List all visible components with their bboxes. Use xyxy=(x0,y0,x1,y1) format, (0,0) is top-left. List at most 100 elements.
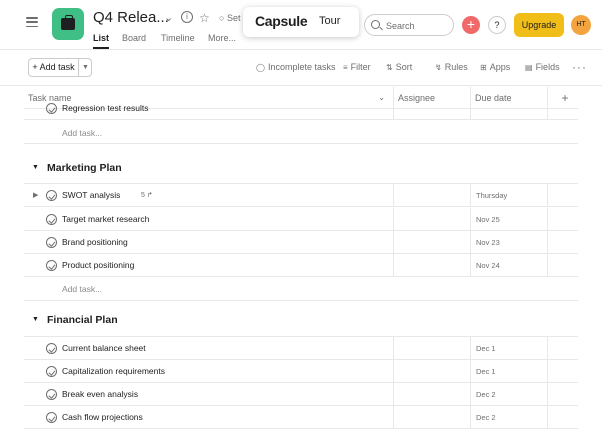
table-row[interactable]: Brand positioning Nov 23 xyxy=(24,231,578,254)
chevron-down-icon[interactable]: ▼ xyxy=(79,59,92,76)
table-row[interactable]: Current balance sheet Dec 1 xyxy=(24,337,578,360)
chevron-down-icon[interactable]: ⌄ xyxy=(164,11,173,25)
due-date-cell[interactable]: Nov 24 xyxy=(471,254,548,277)
due-date-cell[interactable]: Dec 2 xyxy=(471,406,548,429)
search-icon xyxy=(371,20,380,29)
star-icon[interactable]: ☆ xyxy=(199,11,210,25)
add-task-inline[interactable]: Add task... xyxy=(24,277,578,301)
hamburger-menu-icon[interactable] xyxy=(26,17,38,28)
complete-check-icon[interactable] xyxy=(46,412,57,423)
tab-list[interactable]: List xyxy=(93,33,110,49)
task-name[interactable]: SWOT analysis xyxy=(62,190,120,200)
assignee-cell[interactable] xyxy=(394,184,471,207)
task-name-cell: Cash flow projections xyxy=(24,406,394,429)
table-row[interactable]: Regression test results xyxy=(24,103,578,120)
assignee-cell[interactable] xyxy=(394,406,471,429)
briefcase-icon xyxy=(61,15,75,30)
assignee-cell[interactable] xyxy=(394,383,471,406)
tour-label: Tour xyxy=(319,15,341,27)
collapse-triangle-icon[interactable]: ▼ xyxy=(32,164,39,171)
section-marketing-plan: ▼ Marketing Plan xyxy=(24,157,578,181)
assignee-cell[interactable] xyxy=(394,337,471,360)
task-name-cell: ▶ SWOT analysis 5 ↱ xyxy=(24,184,394,207)
complete-check-icon[interactable] xyxy=(46,190,57,201)
table-row[interactable]: Product positioning Nov 24 xyxy=(24,254,578,277)
task-name-cell: Target market research xyxy=(24,208,394,231)
list-toolbar: + Add task ▼ ◯ Incomplete tasks ≡ Filter ⇅… xyxy=(0,50,602,86)
more-options-icon[interactable]: ··· xyxy=(572,60,587,74)
section-title[interactable]: Marketing Plan xyxy=(47,162,122,174)
lightning-icon: ↯ xyxy=(435,63,442,72)
help-button[interactable]: ? xyxy=(488,16,506,34)
complete-check-icon[interactable] xyxy=(46,389,57,400)
project-title[interactable]: Q4 Relea... xyxy=(93,9,169,26)
assignee-cell[interactable] xyxy=(394,360,471,383)
apps-grid-icon: ⊞ xyxy=(480,63,487,72)
due-date-cell[interactable]: Nov 25 xyxy=(471,208,548,231)
check-circle-icon: ◯ xyxy=(256,63,265,72)
info-icon[interactable]: i xyxy=(181,11,193,23)
apps-label: Apps xyxy=(489,62,511,72)
fields-label: Fields xyxy=(535,62,560,72)
complete-check-icon[interactable] xyxy=(46,214,57,225)
tab-more[interactable]: More... xyxy=(208,33,236,43)
assignee-cell[interactable] xyxy=(394,208,471,231)
assignee-cell[interactable] xyxy=(394,254,471,277)
table-row[interactable]: Break even analysis Dec 2 xyxy=(24,383,578,406)
task-name[interactable]: Product positioning xyxy=(62,260,134,270)
complete-check-icon[interactable] xyxy=(46,260,57,271)
apps-button[interactable]: ⊞ Apps xyxy=(480,62,510,72)
tab-board[interactable]: Board xyxy=(122,33,146,43)
sort-label: Sort xyxy=(395,62,413,72)
due-date-cell[interactable]: Dec 1 xyxy=(471,337,548,360)
capsule-tour-popup[interactable]: Capsule Tour xyxy=(243,7,359,37)
subtask-count-value: 5 xyxy=(141,192,145,199)
task-name[interactable]: Brand positioning xyxy=(62,237,128,247)
assignee-cell[interactable] xyxy=(394,231,471,254)
table-row[interactable]: Capitalization requirements Dec 1 xyxy=(24,360,578,383)
add-task-inline-label: Add task... xyxy=(62,284,103,294)
add-task-label[interactable]: + Add task xyxy=(29,59,79,76)
due-date-cell[interactable] xyxy=(471,103,548,120)
task-name[interactable]: Target market research xyxy=(62,214,149,224)
due-date-cell[interactable]: Dec 2 xyxy=(471,383,548,406)
table-row[interactable]: Target market research Nov 25 xyxy=(24,208,578,231)
complete-check-icon[interactable] xyxy=(46,103,57,114)
complete-check-icon[interactable] xyxy=(46,237,57,248)
task-name-cell: Break even analysis xyxy=(24,383,394,406)
task-name[interactable]: Regression test results xyxy=(62,103,148,113)
section-title[interactable]: Financial Plan xyxy=(47,314,118,326)
filter-button[interactable]: ≡ Filter xyxy=(343,62,371,72)
capsule-logo: Capsule xyxy=(255,13,308,29)
upgrade-button[interactable]: Upgrade xyxy=(514,13,564,37)
rules-button[interactable]: ↯ Rules xyxy=(435,62,468,72)
due-date-cell[interactable]: Thursday xyxy=(471,184,548,207)
due-date-cell[interactable]: Dec 1 xyxy=(471,360,548,383)
subtask-count[interactable]: 5 ↱ xyxy=(141,191,153,199)
complete-check-icon[interactable] xyxy=(46,343,57,354)
set-status-button[interactable]: ○ Set xyxy=(219,13,240,23)
expand-subtasks-icon[interactable]: ▶ xyxy=(33,191,38,199)
incomplete-tasks-filter[interactable]: ◯ Incomplete tasks xyxy=(256,62,335,72)
task-name[interactable]: Cash flow projections xyxy=(62,412,143,422)
add-task-button[interactable]: + Add task ▼ xyxy=(28,58,92,77)
status-circle-icon: ○ xyxy=(219,13,225,23)
assignee-cell[interactable] xyxy=(394,103,471,120)
task-name[interactable]: Break even analysis xyxy=(62,389,138,399)
search-box[interactable] xyxy=(364,14,454,36)
sort-button[interactable]: ⇅ Sort xyxy=(386,62,412,72)
collapse-triangle-icon[interactable]: ▼ xyxy=(32,316,39,323)
complete-check-icon[interactable] xyxy=(46,366,57,377)
due-date-cell[interactable]: Nov 23 xyxy=(471,231,548,254)
fields-button[interactable]: ▤ Fields xyxy=(525,62,560,72)
add-task-inline[interactable]: Add task... xyxy=(24,121,578,144)
avatar[interactable]: HT xyxy=(571,15,591,35)
table-row[interactable]: ▶ SWOT analysis 5 ↱ Thursday xyxy=(24,184,578,207)
task-name[interactable]: Capitalization requirements xyxy=(62,366,165,376)
search-input[interactable] xyxy=(386,19,450,32)
table-row[interactable]: Cash flow projections Dec 2 xyxy=(24,406,578,429)
task-name-cell: Capitalization requirements xyxy=(24,360,394,383)
tab-timeline[interactable]: Timeline xyxy=(161,33,195,43)
create-button[interactable]: + xyxy=(462,16,480,34)
task-name[interactable]: Current balance sheet xyxy=(62,343,146,353)
